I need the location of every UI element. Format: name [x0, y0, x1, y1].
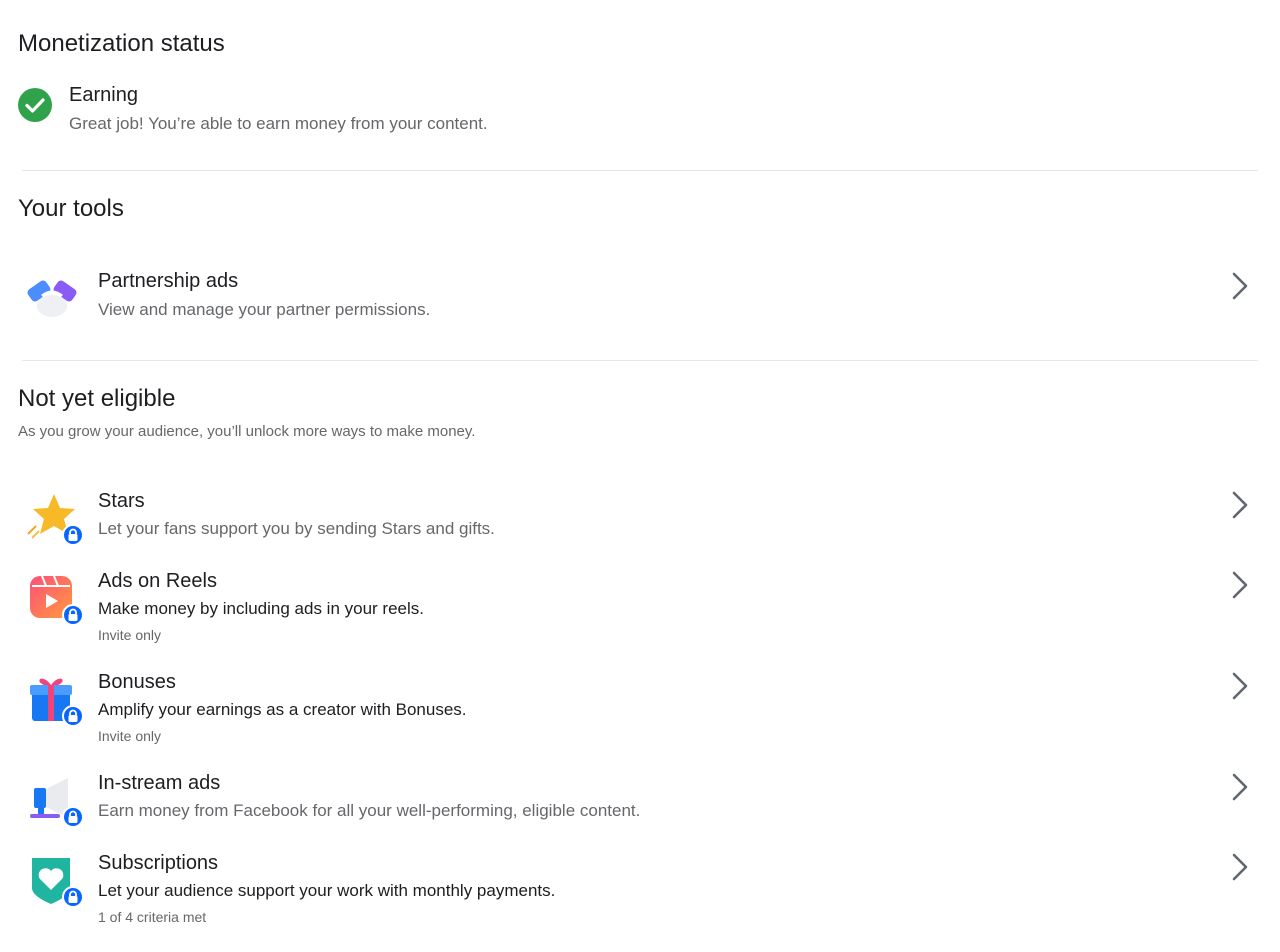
reels-icon [24, 570, 84, 626]
not-yet-eligible-description: As you grow your audience, you’ll unlock… [18, 423, 476, 440]
monetization-page: Monetization status Earning Great job! Y… [0, 0, 1280, 952]
gift-icon [24, 671, 84, 727]
chevron-right-icon[interactable] [1228, 270, 1252, 302]
chevron-right-icon[interactable] [1228, 771, 1252, 803]
row-description: Let your fans support you by sending Sta… [98, 519, 495, 538]
heart-shield-icon [24, 852, 84, 908]
lock-icon [62, 524, 84, 546]
lock-icon [62, 705, 84, 727]
star-icon [24, 490, 84, 546]
megaphone-icon [24, 772, 84, 828]
row-note: 1 of 4 criteria met [98, 909, 207, 925]
row-title: Stars [98, 490, 145, 512]
lock-icon [62, 806, 84, 828]
row-note: Invite only [98, 627, 162, 643]
row-description: Make money by including ads in your reel… [98, 599, 424, 618]
chevron-right-icon[interactable] [1228, 670, 1252, 702]
row-description: Earn money from Facebook for all your we… [98, 801, 641, 820]
row-description: Let your audience support your work with… [98, 881, 556, 900]
lock-icon [62, 604, 84, 626]
chevron-right-icon[interactable] [1228, 851, 1252, 883]
tool-row-partnership-ads[interactable]: Partnership ads View and manage your par… [0, 262, 1280, 334]
status-title: Earning [69, 84, 138, 106]
row-title: Partnership ads [98, 270, 239, 292]
status-description: Great job! You’re able to earn money fro… [69, 114, 488, 133]
not-yet-eligible-heading: Not yet eligible [18, 385, 176, 412]
divider [22, 360, 1258, 361]
row-description: Amplify your earnings as a creator with … [98, 700, 467, 719]
row-title: Subscriptions [98, 852, 219, 874]
eligibility-row-subscriptions[interactable]: Subscriptions Let your audience support … [0, 844, 1280, 932]
chevron-right-icon[interactable] [1228, 569, 1252, 601]
row-description: View and manage your partner permissions… [98, 300, 431, 319]
row-note: Invite only [98, 728, 162, 744]
divider [22, 170, 1258, 171]
your-tools-heading: Your tools [18, 195, 124, 222]
eligibility-row-stars[interactable]: Stars Let your fans support you by sendi… [0, 482, 1280, 548]
monetization-status-heading: Monetization status [18, 30, 225, 57]
eligibility-row-in-stream-ads[interactable]: In-stream ads Earn money from Facebook f… [0, 764, 1280, 830]
lock-icon [62, 886, 84, 908]
eligibility-row-bonuses[interactable]: Bonuses Amplify your earnings as a creat… [0, 663, 1280, 751]
check-circle-icon [18, 88, 52, 122]
row-title: Ads on Reels [98, 570, 217, 592]
row-title: In-stream ads [98, 772, 221, 794]
handshake-icon [24, 270, 80, 326]
chevron-right-icon[interactable] [1228, 489, 1252, 521]
eligibility-row-ads-on-reels[interactable]: Ads on Reels Make money by including ads… [0, 562, 1280, 650]
row-title: Bonuses [98, 671, 176, 693]
